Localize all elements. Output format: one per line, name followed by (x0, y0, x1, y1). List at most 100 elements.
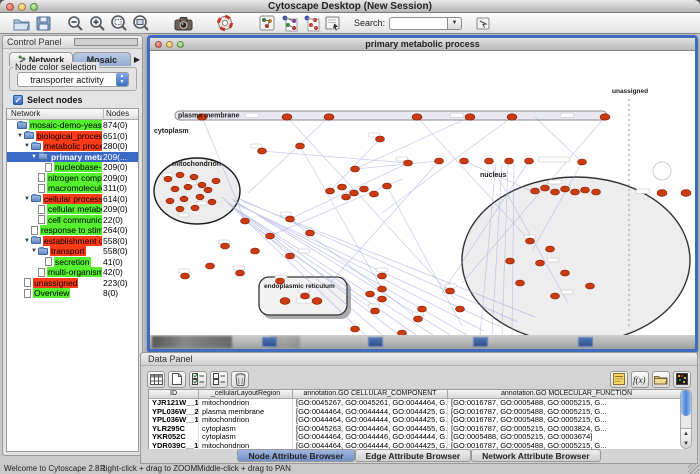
window-titlebar[interactable]: Cytoscape Desktop (New Session) (0, 0, 700, 13)
tree-item[interactable]: response to stimulu264(0) (7, 225, 138, 236)
column-header[interactable]: _cellularLayoutRegion (199, 390, 293, 398)
table-cell[interactable]: [GO:0044464, GO:0044446, GO:0044444, G..… (293, 433, 448, 442)
expand-triangle-icon[interactable]: ▼ (30, 248, 38, 254)
network-view-window[interactable]: primary metabolic process (147, 35, 698, 352)
tree-item[interactable]: ▼metabolic process280(0) (7, 141, 138, 152)
layout-network-button[interactable] (278, 14, 300, 33)
tree-item[interactable]: multi-organism pro42(0) (7, 267, 138, 278)
tree-item[interactable]: ▼cellular process614(0) (7, 194, 138, 205)
zoom-in-button[interactable] (86, 14, 108, 33)
column-header[interactable]: annotation.GO CELLULAR_COMPONENT (293, 390, 448, 398)
expand-triangle-icon[interactable]: ▼ (30, 154, 38, 160)
expand-triangle-icon[interactable]: ▼ (16, 133, 24, 139)
tree-item[interactable]: ▼primary metabolic209(... (7, 152, 138, 163)
scrollbar-arrows[interactable]: ▲▼ (681, 428, 691, 448)
table-cell[interactable]: [GO:0016787, GO:0005488, GO:0005215, G..… (448, 408, 686, 417)
tree-item[interactable]: Overview8(0) (7, 288, 138, 299)
table-cell[interactable]: mitochondrion (199, 442, 293, 450)
tree-item[interactable]: ▼biological_process651(0) (7, 131, 138, 142)
new-attribute-button[interactable] (168, 371, 186, 388)
save-session-button[interactable] (32, 14, 54, 33)
table-row[interactable]: YKR052Ccytoplasm[GO:0044464, GO:0044446,… (149, 433, 686, 442)
table-cell[interactable]: [GO:0016787, GO:0005488, GO:0005215, G..… (448, 416, 686, 425)
zoom-selected-button[interactable] (108, 14, 130, 33)
help-button[interactable] (214, 14, 236, 33)
tree-col-nodes[interactable]: Nodes (104, 109, 138, 119)
table-cell[interactable]: cytoplasm (199, 433, 293, 442)
layout-red-nodes-icon (303, 15, 320, 32)
zoom-out-button[interactable] (64, 14, 86, 33)
table-cell[interactable]: YDR039C__1 (149, 442, 199, 450)
tree-item[interactable]: macromolecule311(0) (7, 183, 138, 194)
tree-item[interactable]: cell communicat22(0) (7, 215, 138, 226)
table-cell[interactable]: mitochondrion (199, 399, 293, 408)
table-cell[interactable]: YKR052C (149, 433, 199, 442)
function-builder-button[interactable]: f(x) (631, 371, 649, 388)
search-input[interactable] (389, 17, 447, 30)
table-row[interactable]: YDR039C__1mitochondrion[GO:0044464, GO:0… (149, 442, 686, 450)
table-cell[interactable]: [GO:0044464, GO:0044444, GO:0044425, G..… (293, 408, 448, 417)
tab-edge-attribute-browser[interactable]: Edge Attribute Browser (355, 449, 472, 462)
tree-item[interactable]: mosaic-demo-yeast874(0) (7, 120, 138, 131)
column-header[interactable]: annotation.GO MOLECULAR_FUNCTION (448, 390, 686, 398)
table-cell[interactable]: [GO:0045263, GO:0044464, GO:0044455, G..… (293, 425, 448, 434)
annotation-button[interactable] (322, 14, 344, 33)
search-dropdown-button[interactable]: ▼ (447, 17, 462, 30)
table-cell[interactable]: [GO:0016787, GO:0005488, GO:0005215, G..… (448, 399, 686, 408)
open-session-button[interactable] (10, 14, 32, 33)
tree-item[interactable]: nitrogen compo209(0) (7, 173, 138, 184)
table-cell[interactable]: YPL036W__2 (149, 408, 199, 417)
resize-grip[interactable] (688, 464, 699, 474)
table-cell[interactable]: YLR295C (149, 425, 199, 434)
network-canvas[interactable]: plasma membrane cytoplasm mitochondrion … (150, 51, 695, 335)
table-cell[interactable]: [GO:0044464, GO:0044444, GO:0044425, G..… (293, 416, 448, 425)
attribute-grid-button[interactable] (147, 371, 165, 388)
tree-item[interactable]: nucleobase-209(0) (7, 162, 138, 173)
table-scrollbar[interactable]: ▲▼ (680, 389, 692, 449)
table-row[interactable]: YPL036W__2plasma membrane[GO:0044464, GO… (149, 408, 686, 417)
expand-triangle-icon[interactable]: ▼ (23, 238, 31, 244)
snapshot-button[interactable] (172, 14, 194, 33)
tree-item[interactable]: ▼establishment of lo558(0) (7, 236, 138, 247)
expand-triangle-icon[interactable]: ▼ (23, 196, 31, 202)
column-header[interactable]: ID (149, 390, 199, 398)
node-color-dropdown[interactable]: transporter activity ▲▼ (17, 72, 129, 87)
scrollbar-thumb[interactable] (681, 390, 691, 416)
table-cell[interactable]: [GO:0016787, GO:0005215, GO:0003824, G..… (448, 425, 686, 434)
table-cell[interactable]: YPL036W__1 (149, 416, 199, 425)
zoom-fit-button[interactable] (130, 14, 152, 33)
tree-item[interactable]: cellular metabo209(0) (7, 204, 138, 215)
tree-item[interactable]: secretion41(0) (7, 257, 138, 268)
load-attributes-button[interactable] (652, 371, 670, 388)
select-attributes-button[interactable] (189, 371, 207, 388)
float-panel-icon[interactable] (74, 38, 139, 46)
unselect-attributes-button[interactable] (210, 371, 228, 388)
tree-item[interactable]: ▼transport558(0) (7, 246, 138, 257)
tab-node-attribute-browser[interactable]: Node Attribute Browser (237, 449, 354, 462)
table-cell[interactable]: mitochondrion (199, 416, 293, 425)
table-row[interactable]: YJR121W__1mitochondrion[GO:0045267, GO:0… (149, 399, 686, 408)
select-nodes-checkbox[interactable]: ✓ (13, 95, 23, 105)
expand-triangle-icon[interactable]: ▼ (23, 143, 31, 149)
table-cell[interactable]: [GO:0005488, GO:0005215, GO:0003674] (448, 433, 686, 442)
table-row[interactable]: YLR295Ccytoplasm[GO:0045263, GO:0044464,… (149, 425, 686, 434)
tab-network-attribute-browser[interactable]: Network Attribute Browser (471, 449, 600, 462)
table-cell[interactable]: cytoplasm (199, 425, 293, 434)
table-cell[interactable]: [GO:0044464, GO:0044444, GO:0044425, G..… (293, 442, 448, 450)
table-cell[interactable]: [GO:0045267, GO:0045261, GO:0044464, G..… (293, 399, 448, 408)
destroy-view-button[interactable] (300, 14, 322, 33)
table-row[interactable]: YPL036W__1mitochondrion[GO:0044464, GO:0… (149, 416, 686, 425)
network-window-titlebar[interactable]: primary metabolic process (150, 38, 695, 51)
tab-overflow-arrow[interactable]: ▶ (134, 55, 140, 64)
tree-item-node-count: 8(0) (102, 288, 138, 298)
tree-item[interactable]: unassigned223(0) (7, 278, 138, 289)
attribute-matrix-button[interactable] (673, 371, 691, 388)
table-cell[interactable]: plasma membrane (199, 408, 293, 417)
table-cell[interactable]: [GO:0016787, GO:0005488, GO:0005215, G..… (448, 442, 686, 450)
import-annotation-button[interactable] (610, 371, 628, 388)
tree-col-network[interactable]: Network (7, 109, 104, 119)
search-options-button[interactable] (472, 14, 494, 33)
network-overview-button[interactable] (256, 14, 278, 33)
table-cell[interactable]: YJR121W__1 (149, 399, 199, 408)
delete-attribute-button[interactable] (231, 371, 249, 388)
